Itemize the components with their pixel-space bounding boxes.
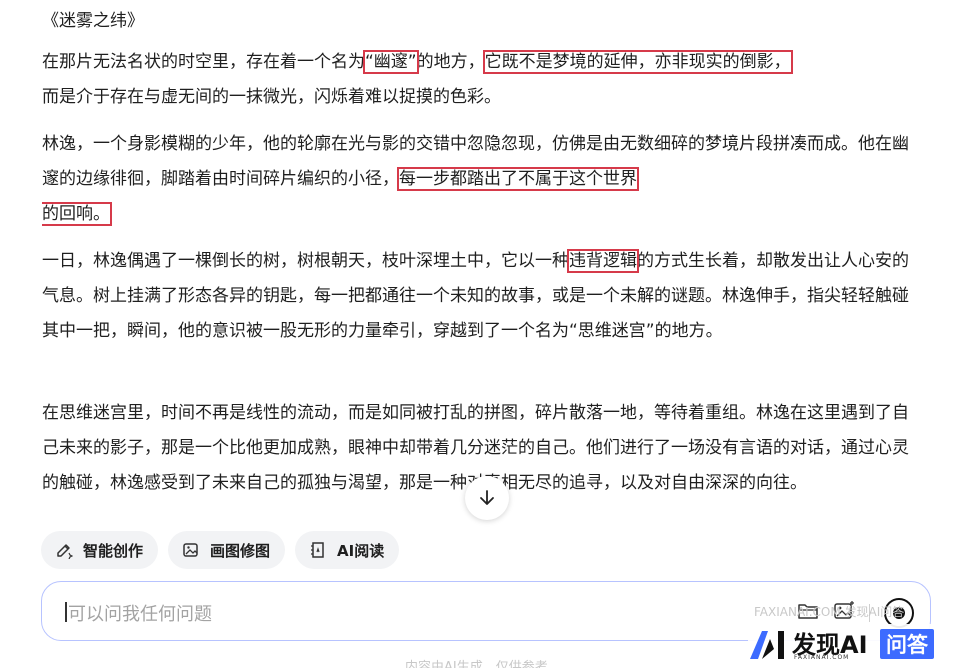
highlight-echo[interactable]: 的回响。 xyxy=(42,202,112,226)
ai-disclaimer: 内容由AI生成，仅供参考 xyxy=(405,660,548,668)
watermark-under-text: FAXIANAI.COM 发现AI问答 xyxy=(754,605,905,619)
brand-watermark: 发现AI FAXIANAI.COM 问答 xyxy=(748,624,953,664)
paragraph-2: 林逸，一个身影模糊的少年，他的轮廓在光与影的交错中忽隐忽现，仿佛是由无数细碎的梦… xyxy=(42,127,910,232)
paragraph-3-text-a: 一日，林逸偶遇了一棵倒长的树，树根朝天，枝叶深埋土中，它以一种 xyxy=(42,251,569,271)
brand-logo-icon xyxy=(748,627,788,661)
ai-read-button[interactable]: AI阅读 xyxy=(295,531,400,569)
image-edit-button[interactable]: 画图修图 xyxy=(168,531,286,569)
brand-text: 发现AI FAXIANAI.COM xyxy=(792,627,878,661)
article-title: 《迷雾之纬》 xyxy=(42,11,144,31)
highlight-against-logic[interactable]: 违背逻辑 xyxy=(567,249,639,273)
image-edit-icon xyxy=(182,541,200,559)
scroll-down-button[interactable] xyxy=(465,476,509,520)
text-caret xyxy=(65,602,67,622)
arrow-down-icon xyxy=(480,490,494,505)
paragraph-1-text-a: 在那片无法名状的时空里，存在着一个名为 xyxy=(42,52,365,72)
brand-badge: 问答 xyxy=(880,629,934,659)
highlight-youshui[interactable]: “幽邃” xyxy=(363,50,419,74)
chat-input-placeholder[interactable]: 可以问我任何问题 xyxy=(68,600,212,626)
book-ai-icon xyxy=(309,541,327,559)
smart-create-button[interactable]: 智能创作 xyxy=(41,531,159,569)
quick-actions: 智能创作 画图修图 AI阅读 xyxy=(41,531,400,569)
paragraph-1: 在那片无法名状的时空里，存在着一个名为“幽邃”的地方，它既不是梦境的延伸，亦非现… xyxy=(42,45,910,115)
highlight-dream-reality[interactable]: 它既不是梦境的延伸，亦非现实的倒影， xyxy=(482,50,793,74)
highlight-every-step[interactable]: 每一步都踏出了不属于这个世界 xyxy=(397,167,639,191)
ai-read-label: AI阅读 xyxy=(337,541,385,560)
paragraph-1-text-b: 的地方， xyxy=(416,52,485,72)
image-edit-label: 画图修图 xyxy=(210,541,271,560)
paragraph-3: 一日，林逸偶遇了一棵倒长的树，树根朝天，枝叶深埋土中，它以一种违背逻辑的方式生长… xyxy=(42,244,910,349)
smart-create-label: 智能创作 xyxy=(83,541,144,560)
article-content: 《迷雾之纬》 在那片无法名状的时空里，存在着一个名为“幽邃”的地方，它既不是梦境… xyxy=(42,0,914,520)
brand-domain: FAXIANAI.COM xyxy=(794,654,850,661)
paragraph-1-text-c: 而是介于存在与虚无间的一抹微光，闪烁着难以捉摸的色彩。 xyxy=(42,87,501,107)
pen-sparkle-icon xyxy=(55,541,73,559)
